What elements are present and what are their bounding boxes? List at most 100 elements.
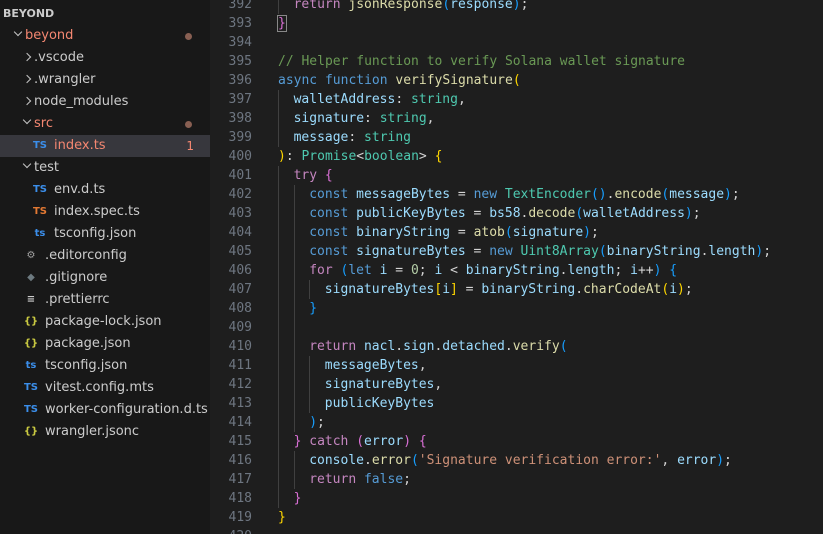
file-item[interactable]: ◆ .gitignore xyxy=(0,267,210,289)
code-line[interactable]: 405 const signatureBytes = new Uint8Array… xyxy=(210,242,823,261)
code-line[interactable]: 419} xyxy=(210,508,823,527)
file-item[interactable]: TS index.ts 1 xyxy=(0,135,210,157)
item-label: vitest.config.mts xyxy=(45,380,154,395)
code-line[interactable]: 406 for (let i = 0; i < binaryString.leng… xyxy=(210,261,823,280)
line-number: 403 xyxy=(228,206,252,221)
code-text: messageBytes, xyxy=(325,356,427,375)
file-item[interactable]: {} package-lock.json xyxy=(0,311,210,333)
explorer-title: BEYOND xyxy=(3,7,55,20)
code-line[interactable]: 409 xyxy=(210,318,823,337)
code-line[interactable]: 407 signatureBytes[i] = binaryString.char… xyxy=(210,280,823,299)
code-line[interactable]: 395 // Helper function to verify Solana w… xyxy=(210,52,823,71)
code-token: detached xyxy=(442,339,505,354)
code-line[interactable]: 401 try { xyxy=(210,166,823,185)
code-token: . xyxy=(395,339,404,354)
folder-item[interactable]: .vscode xyxy=(0,47,210,69)
code-line[interactable]: 408} xyxy=(210,299,823,318)
code-token: > xyxy=(418,149,435,164)
line-number: 392 xyxy=(228,0,252,12)
line-number: 412 xyxy=(228,377,252,392)
code-line[interactable]: 413 publicKeyBytes xyxy=(210,394,823,413)
item-label: .vscode xyxy=(34,50,84,65)
indent-guide xyxy=(278,299,279,318)
code-token: : xyxy=(364,111,380,126)
code-token: length xyxy=(708,244,756,259)
file-item[interactable]: TS worker-configuration.d.ts xyxy=(0,399,210,421)
code-line[interactable]: 393} xyxy=(210,14,823,33)
code-token: = xyxy=(450,187,474,202)
code-line[interactable]: 404 const binaryString = atob(signature); xyxy=(210,223,823,242)
file-item[interactable]: {} package.json xyxy=(0,333,210,355)
code-editor[interactable]: 392 return jsonResponse(response); 393} 394… xyxy=(210,0,823,534)
code-line[interactable]: 411 messageBytes, xyxy=(210,356,823,375)
code-line[interactable]: 417 return false; xyxy=(210,470,823,489)
line-number: 420 xyxy=(210,527,252,534)
code-line[interactable]: 399 message: string xyxy=(210,128,823,147)
code-line[interactable]: 398 signature: string, xyxy=(210,109,823,128)
file-item[interactable]: ts tsconfig.json xyxy=(0,355,210,377)
code-line[interactable]: 412 signatureBytes, xyxy=(210,375,823,394)
code-token: false xyxy=(363,472,404,487)
code-line[interactable]: 402 const messageBytes = new TextEncoder(… xyxy=(210,185,823,204)
code-token: length xyxy=(567,263,615,278)
item-label: src xyxy=(34,116,53,131)
code-token: string xyxy=(364,130,412,145)
indent-guide xyxy=(309,375,311,394)
code-token: ; xyxy=(418,263,435,278)
code-line[interactable]: 403 const publicKeyBytes = bs58.decode(wa… xyxy=(210,204,823,223)
file-item[interactable]: {} wrangler.jsonc xyxy=(0,421,210,443)
file-item[interactable]: ts tsconfig.json xyxy=(0,223,210,245)
code-text: } xyxy=(278,508,286,527)
item-label: test xyxy=(34,160,59,175)
code-line[interactable]: 415} catch (error) { xyxy=(210,432,823,451)
code-line[interactable]: 420 xyxy=(210,527,823,534)
item-label: env.d.ts xyxy=(54,182,106,197)
code-text: return false; xyxy=(309,470,411,489)
code-line[interactable]: 418} xyxy=(210,489,823,508)
code-token: const xyxy=(309,244,357,259)
folder-item[interactable]: test xyxy=(0,157,210,179)
folder-item[interactable]: beyond xyxy=(0,25,210,47)
folder-item[interactable]: src xyxy=(0,113,210,135)
indent-guide xyxy=(278,261,279,280)
code-line[interactable]: 400): Promise<boolean> { xyxy=(210,147,823,166)
typescript-test-file-icon: TS xyxy=(32,206,48,217)
file-item[interactable]: TS vitest.config.mts xyxy=(0,377,210,399)
code-token: i xyxy=(669,282,678,297)
code-token: ( xyxy=(575,206,584,221)
code-line[interactable]: 392 return jsonResponse(response); xyxy=(210,0,823,14)
indent-guide xyxy=(293,242,295,261)
file-item[interactable]: ⚙ .editorconfig xyxy=(0,245,210,267)
code-token: verifySignature xyxy=(395,73,513,88)
code-token: verify xyxy=(512,339,560,354)
line-number: 394 xyxy=(228,35,252,50)
line-number: 414 xyxy=(228,415,252,430)
indent-guide xyxy=(278,109,279,128)
code-token: , xyxy=(661,453,678,468)
file-item[interactable]: ≡ .prettierrc xyxy=(0,289,210,311)
code-token: . xyxy=(363,453,372,468)
code-text: return nacl.sign.detached.verify( xyxy=(309,337,567,356)
folder-item[interactable]: .wrangler xyxy=(0,69,210,91)
code-token: ; xyxy=(520,0,529,12)
code-token: = xyxy=(465,206,490,221)
code-line[interactable]: 396 async function verifySignature( xyxy=(210,71,823,90)
code-token: , xyxy=(457,92,466,107)
code-token: error xyxy=(371,453,411,468)
code-line[interactable]: 416 console.error('Signature verification… xyxy=(210,451,823,470)
item-label: wrangler.jsonc xyxy=(45,424,140,439)
code-token: let xyxy=(348,263,380,278)
code-line[interactable]: 394 xyxy=(210,33,823,52)
code-line[interactable]: 397 walletAddress: string, xyxy=(210,90,823,109)
code-token: const xyxy=(309,206,357,221)
file-item[interactable]: TS index.spec.ts xyxy=(0,201,210,223)
code-line[interactable]: 410 return nacl.sign.detached.verify( xyxy=(210,337,823,356)
code-token: ) xyxy=(278,149,286,164)
line-number: 416 xyxy=(228,453,252,468)
folder-item[interactable]: node_modules xyxy=(0,91,210,113)
file-item[interactable]: TS env.d.ts xyxy=(0,179,210,201)
code-token: : xyxy=(395,92,411,107)
code-line[interactable]: 414); xyxy=(210,413,823,432)
code-token: Uint8Array xyxy=(520,244,599,259)
code-token: nacl xyxy=(363,339,396,354)
